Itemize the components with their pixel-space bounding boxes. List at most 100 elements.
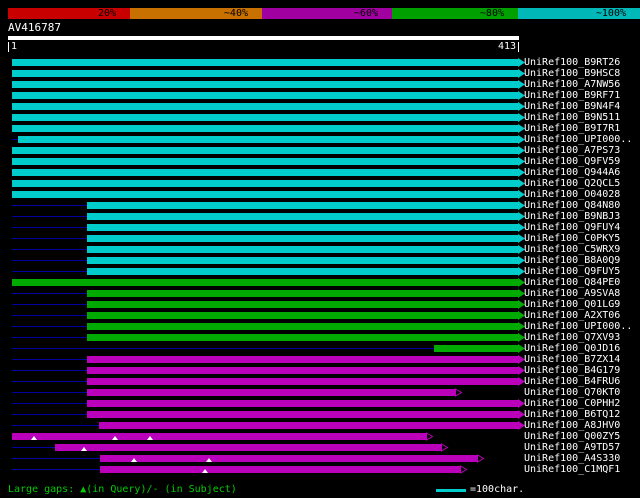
alignment-row: UniRef100_A2XT06 bbox=[0, 310, 640, 321]
hit-bar[interactable] bbox=[100, 466, 460, 473]
alignment-row: UniRef100_C5WRX9 bbox=[0, 244, 640, 255]
hit-bar[interactable] bbox=[87, 389, 455, 396]
hit-label: UniRef100_B9RF71 bbox=[524, 90, 621, 101]
hit-label: UniRef100_B4FRU6 bbox=[524, 376, 621, 387]
query-name: AV416787 bbox=[8, 21, 61, 34]
gap-marker-icon bbox=[131, 458, 137, 462]
hit-label: UniRef100_B9RT26 bbox=[524, 57, 621, 68]
hit-bar[interactable] bbox=[87, 235, 518, 242]
hit-label: UniRef100_B8A0Q9 bbox=[524, 255, 621, 266]
hit-label: UniRef100_Q84N80 bbox=[524, 200, 621, 211]
unaligned-query-line bbox=[12, 304, 87, 305]
unaligned-query-line bbox=[12, 315, 87, 316]
hit-bar[interactable] bbox=[12, 191, 518, 198]
hit-label: UniRef100_B6TQ12 bbox=[524, 409, 621, 420]
hit-label: UniRef100_A2XT06 bbox=[524, 310, 621, 321]
hit-bar[interactable] bbox=[55, 444, 441, 451]
hit-bar[interactable] bbox=[87, 356, 518, 363]
identity-scalebar: 20% ~40% ~60% ~80% ~100% bbox=[8, 8, 640, 19]
unaligned-query-line bbox=[12, 348, 434, 349]
hit-label: UniRef100_UPI000.. bbox=[524, 321, 633, 332]
hit-bar[interactable] bbox=[12, 125, 518, 132]
hit-bar[interactable] bbox=[87, 213, 518, 220]
hit-bar[interactable] bbox=[87, 202, 518, 209]
alignment-row: UniRef100_A7NW56 bbox=[0, 79, 640, 90]
hit-label: UniRef100_Q0JD16 bbox=[524, 343, 621, 354]
alignment-row: UniRef100_Q00ZY5 bbox=[0, 431, 640, 442]
alignment-row: UniRef100_A4S330 bbox=[0, 453, 640, 464]
alignment-row: UniRef100_B9RT26 bbox=[0, 57, 640, 68]
hit-bar[interactable] bbox=[87, 367, 518, 374]
hit-bar[interactable] bbox=[100, 455, 477, 462]
alignment-row: UniRef100_A8JHV0 bbox=[0, 420, 640, 431]
hit-label: UniRef100_C1MQF1 bbox=[524, 464, 621, 475]
hit-label: UniRef100_A4S330 bbox=[524, 453, 621, 464]
alignment-overview-screen: 20% ~40% ~60% ~80% ~100% AV416787 1 413 UniR… bbox=[0, 0, 640, 498]
hit-label: UniRef100_Q9FUY4 bbox=[524, 222, 621, 233]
hit-bar[interactable] bbox=[87, 312, 518, 319]
alignment-row: UniRef100_Q944A6 bbox=[0, 167, 640, 178]
hit-bar[interactable] bbox=[12, 169, 518, 176]
alignment-row: UniRef100_Q70KT0 bbox=[0, 387, 640, 398]
gaps-legend-text: Large gaps: ▲(in Query)/- (in Subject) bbox=[8, 484, 237, 495]
hit-label: UniRef100_Q2QCL5 bbox=[524, 178, 621, 189]
hit-bar[interactable] bbox=[87, 334, 518, 341]
hit-bar[interactable] bbox=[18, 136, 518, 143]
hit-bar[interactable] bbox=[434, 345, 518, 352]
hit-label: UniRef100_A7NW56 bbox=[524, 79, 621, 90]
hit-bar[interactable] bbox=[99, 422, 518, 429]
scale-note-text: =100char. bbox=[470, 484, 525, 495]
hit-bar[interactable] bbox=[12, 180, 518, 187]
unaligned-query-line bbox=[12, 414, 87, 415]
alignment-row: UniRef100_B4FRU6 bbox=[0, 376, 640, 387]
unaligned-query-line bbox=[12, 447, 55, 448]
hit-bar[interactable] bbox=[87, 301, 518, 308]
unaligned-query-line bbox=[12, 392, 87, 393]
alignment-row: UniRef100_UPI000.. bbox=[0, 134, 640, 145]
hit-bar[interactable] bbox=[87, 224, 518, 231]
hit-bar[interactable] bbox=[87, 257, 518, 264]
hit-bar[interactable] bbox=[87, 411, 518, 418]
hit-bar[interactable] bbox=[12, 114, 518, 121]
unaligned-query-line bbox=[12, 271, 87, 272]
hit-bar[interactable] bbox=[12, 433, 426, 440]
alignment-row: UniRef100_B4G179 bbox=[0, 365, 640, 376]
hit-label: UniRef100_B9NBJ3 bbox=[524, 211, 621, 222]
hit-bar[interactable] bbox=[12, 147, 518, 154]
alignment-row: UniRef100_Q01LG9 bbox=[0, 299, 640, 310]
hit-label: UniRef100_B9HSC8 bbox=[524, 68, 621, 79]
alignment-row: UniRef100_Q2QCL5 bbox=[0, 178, 640, 189]
hit-bar[interactable] bbox=[87, 400, 518, 407]
footer-legend: Large gaps: ▲(in Query)/- (in Subject) =… bbox=[8, 484, 640, 498]
hit-bar[interactable] bbox=[87, 246, 518, 253]
scale-segment: ~40% bbox=[130, 8, 262, 19]
unaligned-query-line bbox=[12, 205, 87, 206]
hit-bar[interactable] bbox=[12, 59, 518, 66]
hit-label: UniRef100_Q9FV59 bbox=[524, 156, 621, 167]
hit-bar[interactable] bbox=[87, 268, 518, 275]
scale-segment-label: ~100% bbox=[595, 8, 626, 19]
hit-bar[interactable] bbox=[12, 103, 518, 110]
gap-marker-icon bbox=[31, 436, 37, 440]
hit-bar[interactable] bbox=[12, 158, 518, 165]
hit-bar[interactable] bbox=[12, 70, 518, 77]
alignment-row: UniRef100_O04028 bbox=[0, 189, 640, 200]
hit-label: UniRef100_A8JHV0 bbox=[524, 420, 621, 431]
hit-bar[interactable] bbox=[87, 378, 518, 385]
unaligned-query-line bbox=[12, 337, 87, 338]
scale-segment-label: ~80% bbox=[479, 8, 504, 19]
unaligned-query-line bbox=[12, 359, 87, 360]
hit-bar[interactable] bbox=[12, 81, 518, 88]
scale-segment: ~60% bbox=[262, 8, 392, 19]
alignment-row: UniRef100_C1MQF1 bbox=[0, 464, 640, 475]
hit-bar[interactable] bbox=[87, 323, 518, 330]
alignment-row: UniRef100_Q84N80 bbox=[0, 200, 640, 211]
hit-arrow-icon bbox=[441, 443, 449, 452]
hit-bar[interactable] bbox=[87, 290, 518, 297]
hit-arrow-icon bbox=[426, 432, 434, 441]
gap-marker-icon bbox=[81, 447, 87, 451]
alignment-row: UniRef100_B8A0Q9 bbox=[0, 255, 640, 266]
hit-label: UniRef100_B7ZX14 bbox=[524, 354, 621, 365]
hit-bar[interactable] bbox=[12, 92, 518, 99]
hit-bar[interactable] bbox=[12, 279, 518, 286]
